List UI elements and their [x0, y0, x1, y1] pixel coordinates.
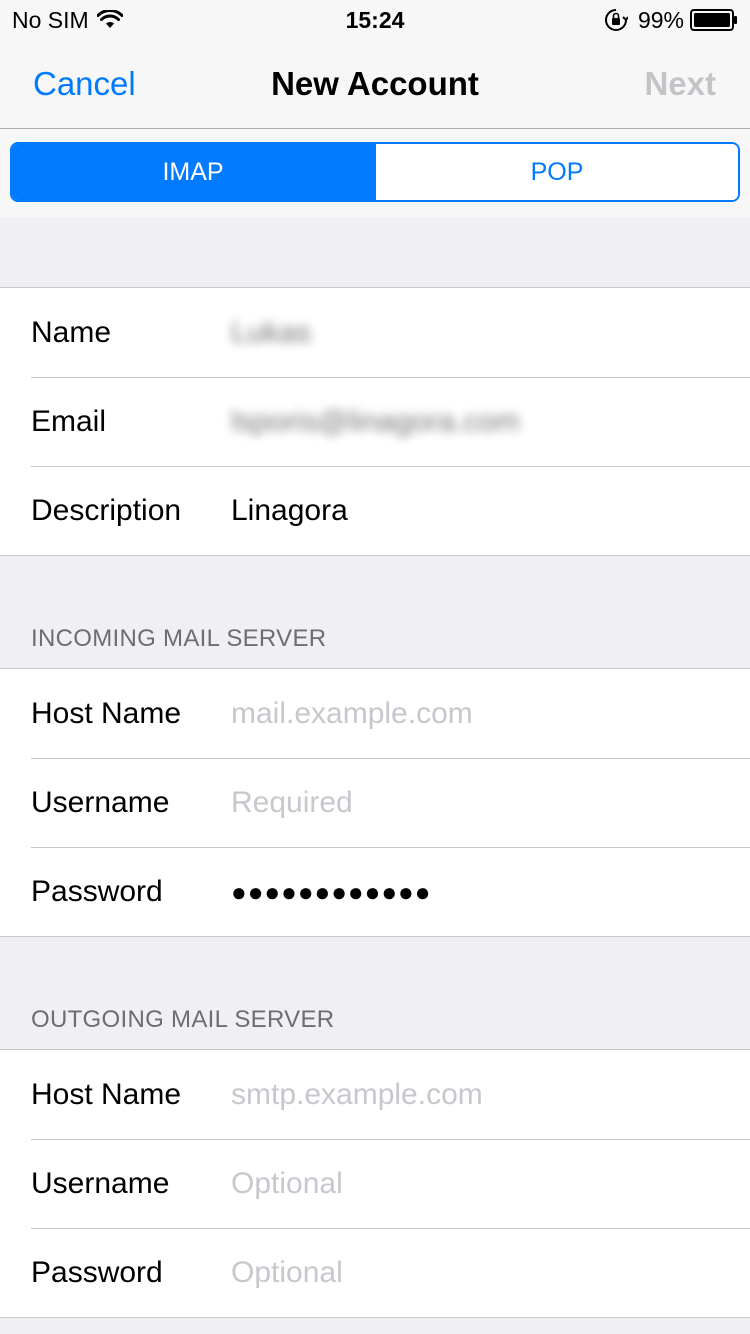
protocol-segmented-control: IMAP POP	[10, 142, 740, 202]
outgoing-username-label: Username	[31, 1166, 170, 1200]
next-button[interactable]: Next	[644, 64, 716, 104]
outgoing-host-field[interactable]: smtp.example.com	[231, 1077, 483, 1113]
email-label: Email	[31, 404, 107, 438]
description-field[interactable]: Linagora	[231, 493, 348, 529]
outgoing-username-row[interactable]: Username Optional	[0, 1139, 750, 1228]
incoming-host-row[interactable]: Host Name mail.example.com	[0, 669, 750, 758]
incoming-username-row[interactable]: Username Required	[0, 758, 750, 847]
incoming-host-label: Host Name	[31, 696, 182, 730]
battery-percent: 99%	[637, 7, 684, 33]
page-title: New Account	[271, 65, 479, 102]
outgoing-password-label: Password	[31, 1255, 163, 1289]
incoming-password-row[interactable]: Password ●●●●●●●●●●●●	[0, 847, 750, 936]
outgoing-username-field[interactable]: Optional	[231, 1166, 343, 1202]
segment-pop[interactable]: POP	[374, 144, 738, 200]
name-label: Name	[31, 315, 112, 349]
segment-area: IMAP POP	[0, 129, 750, 217]
name-row[interactable]: Name Lukas	[0, 288, 750, 377]
email-row[interactable]: Email lsporis@linagora.com	[0, 377, 750, 466]
email-field[interactable]: lsporis@linagora.com	[231, 404, 520, 440]
navigation-bar: Cancel New Account Next	[0, 40, 750, 129]
outgoing-password-field[interactable]: Optional	[231, 1255, 343, 1291]
account-group: Name Lukas Email lsporis@linagora.com De…	[0, 287, 750, 556]
outgoing-host-label: Host Name	[31, 1077, 182, 1111]
incoming-password-label: Password	[31, 874, 163, 908]
rotation-lock-icon	[604, 9, 628, 31]
description-label: Description	[31, 493, 182, 527]
outgoing-server-group: Host Name smtp.example.com Username Opti…	[0, 1049, 750, 1318]
outgoing-section-header: OUTGOING MAIL SERVER	[31, 1006, 335, 1033]
outgoing-host-row[interactable]: Host Name smtp.example.com	[0, 1050, 750, 1139]
description-row[interactable]: Description Linagora	[0, 466, 750, 555]
incoming-username-label: Username	[31, 785, 170, 819]
status-right: 99%	[604, 6, 738, 34]
status-bar: No SIM 15:24 99%	[0, 0, 750, 40]
battery-icon	[690, 9, 737, 31]
segment-imap[interactable]: IMAP	[12, 144, 374, 200]
incoming-host-field[interactable]: mail.example.com	[231, 696, 473, 732]
incoming-server-group: Host Name mail.example.com Username Requ…	[0, 668, 750, 937]
incoming-password-field[interactable]: ●●●●●●●●●●●●	[231, 874, 431, 910]
outgoing-password-row[interactable]: Password Optional	[0, 1228, 750, 1317]
incoming-username-field[interactable]: Required	[231, 785, 353, 821]
incoming-section-header: INCOMING MAIL SERVER	[31, 625, 327, 652]
name-field[interactable]: Lukas	[231, 315, 311, 351]
